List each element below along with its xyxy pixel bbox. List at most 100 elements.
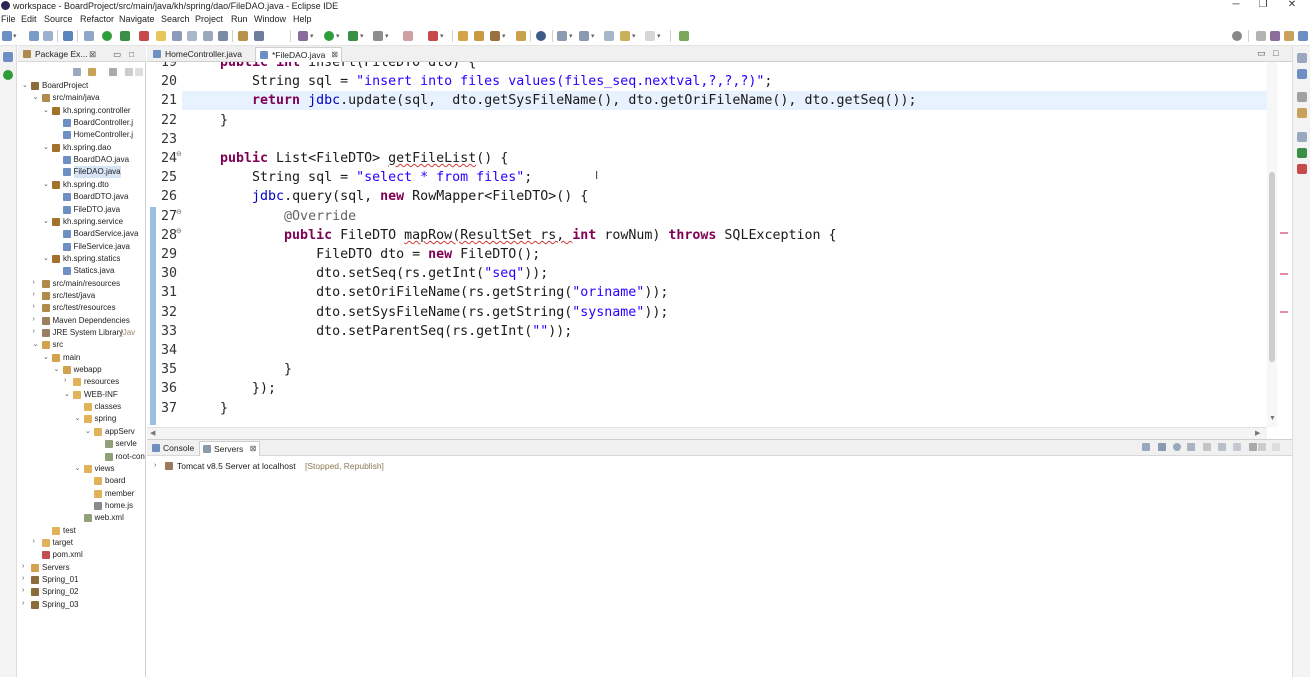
maximize-view-icon[interactable]: □ [129, 48, 134, 60]
debug-perspective-icon[interactable] [1298, 31, 1308, 41]
java-ee-perspective-icon[interactable] [1270, 31, 1280, 41]
minimize-editor-icon[interactable]: ▭ [1257, 48, 1266, 59]
menu-help[interactable]: Help [293, 13, 312, 25]
code-line[interactable]: 31 dto.setOriFileName(rs.getString("orin… [147, 283, 1267, 302]
prev-annotation-icon[interactable] [579, 31, 589, 41]
tree-item[interactable]: board [18, 475, 146, 487]
tree-item[interactable]: pom.xml [18, 549, 146, 561]
open-type-icon[interactable] [254, 31, 264, 41]
close-tab-icon[interactable]: ⊠ [250, 442, 257, 456]
tree-item[interactable]: home.js [18, 500, 146, 512]
overview-marker[interactable] [1280, 232, 1288, 234]
build-icon[interactable] [139, 31, 149, 41]
collapse-arrow-icon[interactable]: ⌄ [22, 81, 30, 89]
tab-console[interactable]: Console [149, 441, 194, 455]
disconnect-icon[interactable] [1233, 443, 1241, 451]
profile-server-icon[interactable] [1187, 443, 1195, 451]
maximize-icon[interactable] [1272, 443, 1280, 451]
tree-item[interactable]: member [18, 488, 146, 500]
collapse-icon[interactable] [1142, 443, 1150, 451]
forward-icon[interactable] [645, 31, 655, 41]
tree-item[interactable]: › Spring_01 [18, 574, 146, 586]
refresh-icon[interactable] [120, 31, 130, 41]
scroll-down-arrow-icon[interactable]: ▼ [1269, 415, 1276, 422]
search-icon[interactable] [1232, 31, 1242, 41]
restore-view-icon[interactable] [3, 52, 13, 62]
tree-item[interactable]: › resources [18, 376, 146, 388]
scroll-right-arrow-icon[interactable]: ▶ [1255, 429, 1260, 437]
tree-item[interactable]: web.xml [18, 512, 146, 524]
minimize-view-icon[interactable]: ▭ [113, 48, 121, 60]
expand-arrow-icon[interactable]: › [33, 303, 41, 310]
expand-arrow-icon[interactable]: › [33, 538, 41, 545]
save-all-icon[interactable] [43, 31, 53, 41]
code-line[interactable]: 32 dto.setSysFileName(rs.getString("sysn… [147, 303, 1267, 322]
overview-marker[interactable] [1280, 311, 1288, 313]
tree-item[interactable]: FileDTO.java [18, 204, 146, 216]
scroll-left-arrow-icon[interactable]: ◀ [150, 429, 155, 437]
minimize-button[interactable]: ─ [1228, 0, 1244, 12]
tree-item[interactable]: ⌄ webapp [18, 364, 146, 376]
expand-arrow-icon[interactable]: › [22, 575, 30, 582]
tree-item[interactable]: test [18, 525, 146, 537]
last-edit-icon[interactable] [604, 31, 614, 41]
tree-item[interactable]: ⌄ spring [18, 413, 146, 425]
globe-icon[interactable] [536, 31, 546, 41]
expand-arrow-icon[interactable]: › [33, 279, 41, 286]
close-tab-icon[interactable]: ⊠ [331, 48, 338, 62]
code-line[interactable]: 20 String sql = "insert into files value… [147, 72, 1267, 91]
code-line[interactable]: 27 ⊖ @Override [147, 207, 1267, 226]
tree-item[interactable]: BoardService.java [18, 228, 146, 240]
scrollbar-thumb[interactable] [1269, 172, 1275, 362]
tree-item[interactable]: › src/main/resources [18, 278, 146, 290]
menu-search[interactable]: Search [161, 13, 190, 25]
bookmarks-icon[interactable] [1297, 108, 1307, 118]
restore-icon[interactable] [1297, 53, 1307, 63]
tree-item[interactable]: › JRE System Library [Jav [18, 327, 146, 339]
collapse-arrow-icon[interactable]: ⌄ [75, 464, 83, 472]
menu-edit[interactable]: Edit [21, 13, 37, 25]
menu-navigate[interactable]: Navigate [119, 13, 155, 25]
back-icon[interactable] [620, 31, 630, 41]
collapse-arrow-icon[interactable]: ⌄ [43, 180, 51, 188]
tab-file-dao[interactable]: *FileDAO.java ⊠ [255, 47, 342, 62]
pilcrow-icon[interactable] [218, 31, 228, 41]
tree-item[interactable]: ⌄ src [18, 339, 146, 351]
expand-arrow-icon[interactable]: › [33, 291, 41, 298]
mark-occurrences-icon[interactable] [156, 31, 166, 41]
code-line[interactable]: 24 ⊖ public List<FileDTO> getFileList() { [147, 149, 1267, 168]
view-menu-icon[interactable] [109, 68, 117, 76]
properties-icon[interactable] [1297, 132, 1307, 142]
new-icon[interactable] [2, 31, 12, 41]
fold-icon[interactable]: ⊖ [176, 208, 182, 216]
maximize-icon[interactable] [135, 68, 143, 76]
tree-item[interactable]: BoardDAO.java [18, 154, 146, 166]
tab-home-controller[interactable]: HomeController.java [149, 47, 246, 62]
debug-server-icon[interactable] [102, 31, 112, 41]
package-explorer-tab[interactable]: Package Ex... ⊠ ▭ □ [18, 46, 146, 62]
terminal-icon[interactable] [63, 31, 73, 41]
maximize-editor-icon[interactable]: □ [1273, 48, 1278, 58]
tree-item[interactable]: ⌄ appServ [18, 426, 146, 438]
coverage-icon[interactable] [348, 31, 358, 41]
collapse-arrow-icon[interactable]: ⌄ [43, 353, 51, 361]
code-line[interactable]: 25 String sql = "select * from files"; [147, 168, 1267, 187]
code-line[interactable]: 29 FileDTO dto = new FileDTO(); [147, 245, 1267, 264]
fold-icon[interactable]: ⊖ [176, 227, 182, 235]
run-icon[interactable] [324, 31, 334, 41]
expand-arrow-icon[interactable]: › [33, 328, 41, 335]
tree-item[interactable]: › Servers [18, 562, 146, 574]
code-line[interactable]: 34 [147, 341, 1267, 360]
expand-arrow-icon[interactable]: › [22, 600, 30, 607]
tree-item[interactable]: FileDAO.java [18, 166, 146, 179]
tree-item[interactable]: root-con [18, 451, 146, 463]
new-dropdown-icon[interactable]: ▾ [13, 32, 17, 40]
new-folder-icon[interactable] [516, 31, 526, 41]
collapse-arrow-icon[interactable]: ⌄ [54, 365, 62, 373]
code-line[interactable]: 35 } [147, 360, 1267, 379]
collapse-all-icon[interactable] [73, 68, 81, 76]
publish-icon[interactable] [1218, 443, 1226, 451]
tree-item[interactable]: BoardController.j [18, 117, 146, 129]
tree-item[interactable]: ⌄ views [18, 463, 146, 475]
tree-item[interactable]: FileService.java [18, 241, 146, 253]
